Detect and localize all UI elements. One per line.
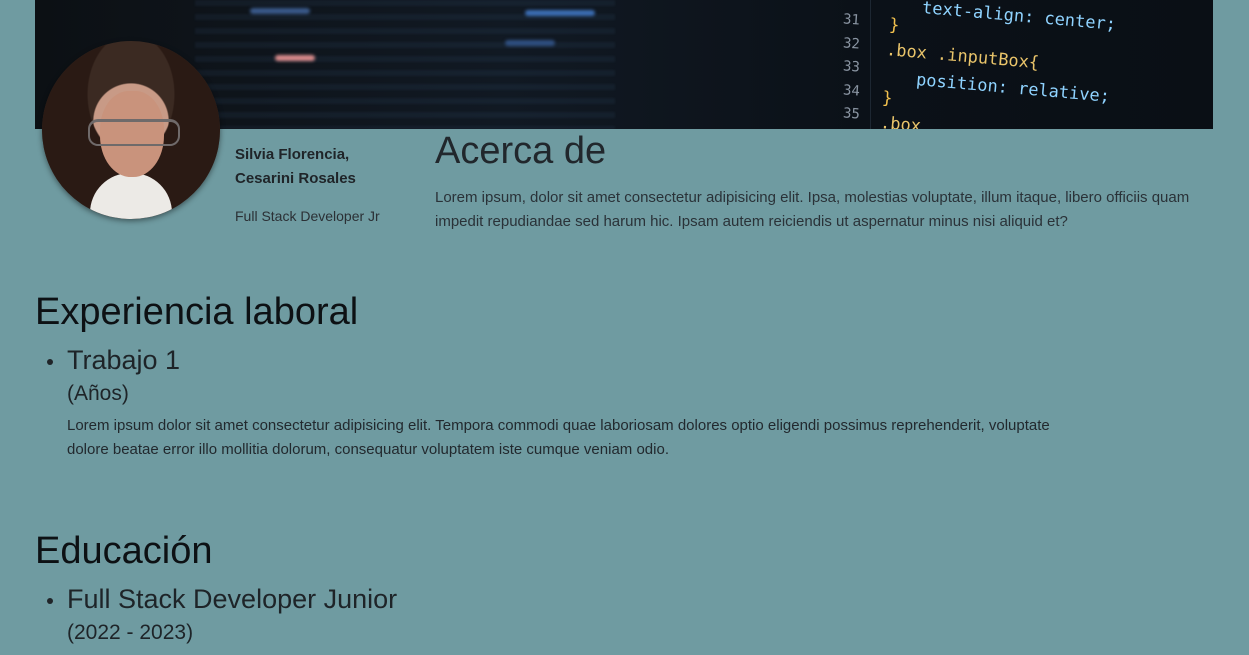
code-line: position: relative; [915,70,1111,107]
list-bullet [47,598,53,604]
education-item-years: (2022 - 2023) [67,621,194,644]
line-number: 35 [842,105,861,123]
avatar-glasses [88,119,180,146]
experience-item-years: (Años) [67,382,129,405]
code-line: .box [879,113,922,129]
line-number: 33 [842,58,861,76]
profile-name: Silvia Florencia, Cesarini Rosales [235,143,405,191]
education-item-title: Full Stack Developer Junior [67,584,398,614]
list-bullet [47,359,53,365]
experience-item-description: Lorem ipsum dolor sit amet consectetur a… [67,417,1050,458]
experience-title: Experiencia laboral [35,291,359,333]
code-line: text-align: center; [921,0,1117,35]
education-item: Full Stack Developer Junior (2022 - 2023… [47,584,398,645]
code-line: } [881,88,894,109]
line-number: 32 [842,35,861,53]
line-number: 31 [842,11,861,29]
profile-name-line2: Cesarini Rosales [235,170,356,187]
profile-avatar [42,41,220,219]
blurred-code-line [275,55,315,61]
profile-role: Full Stack Developer Jr [235,208,380,224]
line-number: 34 [842,82,861,100]
profile-name-line1: Silvia Florencia, [235,146,350,163]
blurred-code-background [195,0,615,129]
experience-item-title: Trabajo 1 [67,345,181,375]
code-line: .box .inputBox{ [885,40,1040,74]
education-title: Educación [35,530,213,572]
line-number-gutter [810,0,871,129]
blurred-code-line [505,40,555,46]
about-text: Lorem ipsum, dolor sit amet consectetur … [435,189,1190,230]
blurred-code-line [525,10,595,16]
page: 31 32 33 34 35 text-align: center; } .bo… [0,0,1249,655]
experience-item: Trabajo 1 (Años) Lorem ipsum dolor sit a… [47,345,1067,462]
about-title: Acerca de [435,130,607,172]
code-line: } [888,15,901,36]
blurred-code-line [250,8,310,14]
